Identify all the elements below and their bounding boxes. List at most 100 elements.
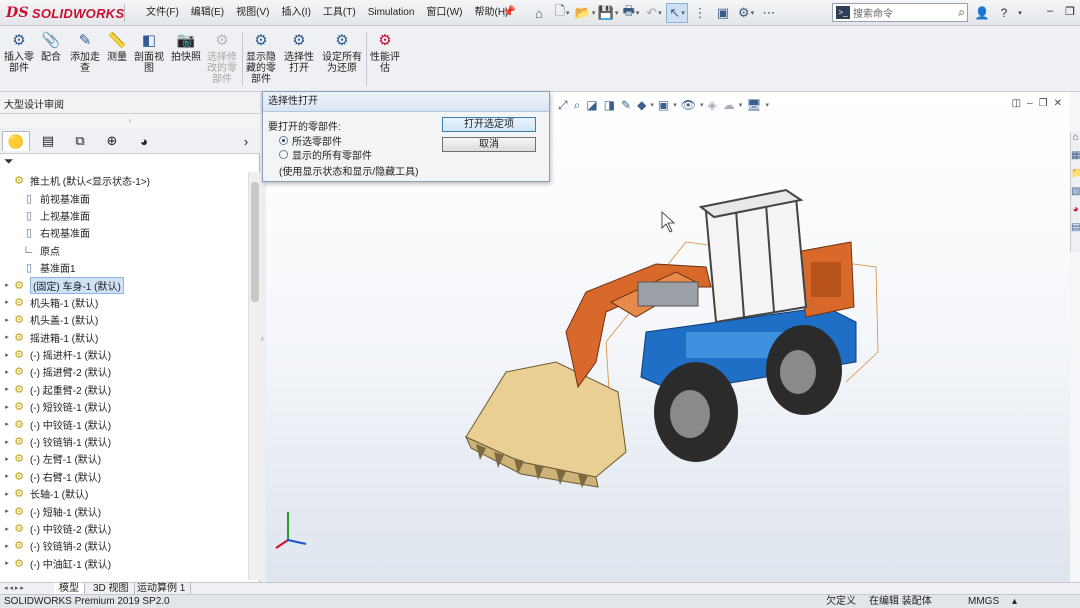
insert-component-button[interactable]: ⚙ 插入零 部件 bbox=[4, 30, 34, 75]
add-annotation-button[interactable]: ✎ 添加走 查 bbox=[68, 30, 102, 75]
splitter-grip-icon[interactable]: ‹ bbox=[261, 334, 265, 348]
pin-menu-icon[interactable]: 📌 bbox=[502, 5, 516, 18]
tree-item[interactable]: ▸ ⚙ (-) 起重臂-2 (默认) bbox=[0, 381, 248, 398]
measure-button[interactable]: 📏 测量 bbox=[104, 30, 130, 64]
menu-item[interactable]: Simulation bbox=[362, 5, 421, 21]
traffic-light-icon[interactable]: ⋮ bbox=[689, 3, 711, 23]
expand-arrow-icon[interactable]: ▸ bbox=[2, 385, 12, 393]
panel-collapse-handle[interactable]: ◦ bbox=[0, 114, 260, 128]
search-commands-field[interactable]: >_ 搜索命令 ⌕ bbox=[832, 3, 968, 22]
menu-item[interactable]: 视图(V) bbox=[230, 5, 275, 21]
search-icon[interactable]: ⌕ bbox=[958, 5, 965, 20]
tree-item[interactable]: ▸ ⚙ (固定) 车身-1 (默认) bbox=[0, 276, 248, 294]
tree-item[interactable]: ▸ ⚙ (-) 摇进杆-1 (默认) bbox=[0, 346, 248, 363]
filter-icon[interactable]: ⏷ bbox=[4, 154, 14, 168]
expand-arrow-icon[interactable]: ▸ bbox=[2, 316, 12, 324]
help-dropdown-icon[interactable]: ▾ bbox=[1016, 3, 1024, 23]
tree-item[interactable]: ▸ ⚙ 摇进箱-1 (默认) bbox=[0, 329, 248, 346]
menu-item[interactable]: 文件(F) bbox=[140, 5, 185, 21]
scrollbar-thumb[interactable] bbox=[251, 182, 259, 302]
bucket[interactable] bbox=[464, 361, 627, 488]
units-dropdown-icon[interactable]: ▴ bbox=[1012, 595, 1017, 608]
cancel-button[interactable]: 取消 bbox=[442, 137, 536, 152]
tree-item[interactable]: ▸ ⚙ 长轴-1 (默认) bbox=[0, 485, 248, 502]
modify-component-button[interactable]: ⚙ 选择修 改的零 部件 bbox=[204, 30, 240, 86]
unit-system[interactable]: MMGS bbox=[968, 595, 999, 608]
snapshot-button[interactable]: 📷 拍快照 bbox=[168, 30, 204, 64]
tree-item[interactable]: ▸ ⚙ (-) 短轴-1 (默认) bbox=[0, 502, 248, 519]
tab-large-design-review[interactable]: 大型设计审阅 bbox=[4, 96, 64, 111]
restore-icon[interactable]: ❐ bbox=[1060, 0, 1080, 22]
tree-item[interactable]: ▸ ⚙ (-) 中铰链-2 (默认) bbox=[0, 520, 248, 537]
tree-item[interactable]: ▸ ⚙ 机头盖-1 (默认) bbox=[0, 311, 248, 328]
front-wheel[interactable] bbox=[654, 362, 738, 462]
save-icon[interactable]: 💾 ▾ bbox=[597, 3, 619, 23]
expand-arrow-icon[interactable]: ▸ bbox=[2, 525, 12, 533]
expand-arrow-icon[interactable]: ▸ bbox=[2, 298, 12, 306]
configuration-manager-tab-icon[interactable]: ⧉ bbox=[66, 131, 94, 151]
feature-manager-tab-icon[interactable]: 🟡 bbox=[2, 131, 30, 151]
expand-arrow-icon[interactable]: ▸ bbox=[2, 490, 12, 498]
tree-item[interactable]: ▸ ⚙ (-) 中铰链-1 (默认) bbox=[0, 415, 248, 432]
mate-button[interactable]: 📎 配合 bbox=[38, 30, 64, 64]
menu-item[interactable]: 工具(T) bbox=[317, 5, 362, 21]
file-explorer-tab-icon[interactable]: 📁 bbox=[1071, 168, 1080, 186]
performance-evaluation-button[interactable]: ⚙ 性能评 估 bbox=[368, 30, 402, 75]
expand-arrow-icon[interactable]: ▸ bbox=[2, 351, 12, 359]
display-manager-tab-icon[interactable]: ◕ bbox=[130, 131, 158, 151]
options-gear-icon[interactable]: ⚙ ▾ bbox=[735, 3, 757, 23]
open-selected-button[interactable]: 打开选定项 bbox=[442, 117, 536, 132]
tree-scrollbar[interactable] bbox=[248, 172, 260, 580]
expand-arrow-icon[interactable]: ▸ bbox=[2, 472, 12, 480]
print-icon[interactable]: 🖶 ▾ bbox=[620, 3, 642, 23]
custom-properties-tab-icon[interactable]: ▤ bbox=[1071, 222, 1080, 240]
appearances-tab-icon[interactable]: ◕ bbox=[1071, 204, 1080, 222]
tree-item[interactable]: ▯ 右视基准面 bbox=[0, 224, 248, 241]
tree-item[interactable]: ▸ ⚙ (-) 中油缸-1 (默认) bbox=[0, 555, 248, 572]
tree-item[interactable]: ▯ 基准面1 bbox=[0, 259, 248, 276]
operator-cab[interactable] bbox=[698, 188, 808, 324]
expand-arrow-icon[interactable]: ▸ bbox=[2, 559, 12, 567]
menu-item[interactable]: 编辑(E) bbox=[185, 5, 230, 21]
tree-item[interactable]: ▸ ⚙ (-) 短铰链-1 (默认) bbox=[0, 398, 248, 415]
resources-tab-icon[interactable]: ⌂ bbox=[1071, 132, 1080, 150]
expand-arrow-icon[interactable]: ▸ bbox=[2, 438, 12, 446]
set-all-restore-button[interactable]: ⚙ 设定所有 为还原 bbox=[320, 30, 364, 75]
tree-item[interactable]: ▸ ⚙ (-) 摇进臂-2 (默认) bbox=[0, 363, 248, 380]
radio-selected-components[interactable]: 所选零部件 bbox=[279, 133, 342, 148]
tree-item[interactable]: ⚙ 推土机 (默认<显示状态-1>) bbox=[0, 172, 248, 189]
tree-item[interactable]: ▸ ⚙ (-) 铰链销-2 (默认) bbox=[0, 537, 248, 554]
property-manager-tab-icon[interactable]: ▤ bbox=[34, 131, 62, 151]
more-icon[interactable]: ⋯ bbox=[758, 3, 780, 23]
expand-arrow-icon[interactable]: ▸ bbox=[2, 542, 12, 550]
view-palette-tab-icon[interactable]: ▧ bbox=[1071, 186, 1080, 204]
solidworks-logo[interactable]: DS SOLIDWORKS bbox=[6, 3, 124, 23]
new-document-icon[interactable]: 🗋 ▾ bbox=[551, 3, 573, 23]
expand-arrow-icon[interactable]: ▸ bbox=[2, 368, 12, 376]
tree-item[interactable]: ▸ ⚙ (-) 右臂-1 (默认) bbox=[0, 468, 248, 485]
selective-open-button[interactable]: ⚙ 选择性 打开 bbox=[282, 30, 316, 75]
tree-item[interactable]: ▸ ⚙ 机头箱-1 (默认) bbox=[0, 294, 248, 311]
dimxpert-tab-icon[interactable]: ⊕ bbox=[98, 131, 126, 151]
tree-item[interactable]: ∟ 原点 bbox=[0, 242, 248, 259]
radio-all-shown-components[interactable]: 显示的所有零部件 bbox=[279, 147, 372, 162]
tree-item[interactable]: ▯ 前视基准面 bbox=[0, 189, 248, 206]
menu-item[interactable]: 插入(I) bbox=[275, 5, 316, 21]
user-icon[interactable]: 👤 bbox=[972, 3, 992, 23]
home-icon[interactable]: ⌂ bbox=[528, 3, 550, 23]
show-hidden-button[interactable]: ⚙ 显示隐 藏的零 部件 bbox=[244, 30, 278, 86]
expand-arrow-icon[interactable]: ▸ bbox=[2, 281, 12, 289]
rear-wheel[interactable] bbox=[766, 325, 842, 415]
expand-arrow-icon[interactable]: ▸ bbox=[2, 507, 12, 515]
menu-item[interactable]: 窗口(W) bbox=[420, 5, 468, 21]
tree-item[interactable]: ▸ ⚙ (-) 左臂-1 (默认) bbox=[0, 450, 248, 467]
expand-arrow-icon[interactable]: ▸ bbox=[2, 455, 12, 463]
tree-item[interactable]: ▯ 上视基准面 bbox=[0, 207, 248, 224]
minimize-icon[interactable]: – bbox=[1040, 0, 1060, 22]
rebuild-icon[interactable]: ▣ bbox=[712, 3, 734, 23]
undo-icon[interactable]: ↶ ▾ bbox=[643, 3, 665, 23]
tree-item[interactable]: ▸ ⚙ (-) 铰链销-1 (默认) bbox=[0, 433, 248, 450]
select-arrow-icon[interactable]: ↖ ▾ bbox=[666, 3, 688, 23]
radio-all-shown-indicator[interactable] bbox=[279, 150, 288, 159]
expand-arrow-icon[interactable]: ▸ bbox=[2, 403, 12, 411]
